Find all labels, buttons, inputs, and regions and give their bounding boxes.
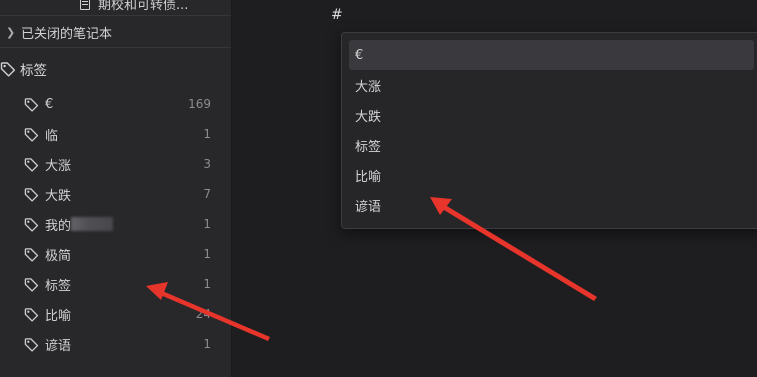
tag-label: 临 [45,128,59,144]
tag-item[interactable]: 临 1 [0,119,231,149]
tag-label: 大涨 [45,158,72,174]
tag-item[interactable]: 谚语 1 [0,329,231,359]
tag-item[interactable]: 标签 1 [0,269,231,299]
tag-icon [24,277,39,292]
tag-suggestion-popup: € 大涨 大跌 标签 比喻 谚语 [341,32,757,229]
tag-icon [0,62,16,77]
tag-item[interactable]: € 169 [0,89,231,119]
redaction-blur [71,217,114,231]
suggestion-item[interactable]: 大涨 [349,70,757,100]
tag-count: 169 [188,97,211,111]
editor-pane[interactable]: # € 大涨 大跌 标签 比喻 谚语 [232,0,757,377]
closed-notebooks-label: 已关闭的笔记本 [21,26,113,42]
tag-label: € [45,96,54,112]
tag-icon [24,157,39,172]
tag-item[interactable]: 比喻 24 [0,299,231,329]
note-item[interactable]: 期校和可转债... [80,0,189,13]
tag-count: 1 [203,277,211,291]
tag-label: 谚语 [45,338,72,354]
tag-icon [24,97,39,112]
tag-icon [24,307,39,322]
tag-icon [24,217,39,232]
tag-item[interactable]: 大涨 3 [0,149,231,179]
suggestion-item[interactable]: 比喻 [349,160,757,190]
tag-count: 1 [203,217,211,231]
tag-list: € 169 临 1 大涨 3 大跌 7 我的 1 极简 1 标签 1 比喻 24… [0,89,231,359]
tags-section-header[interactable]: 标签 [0,59,47,79]
suggestion-item[interactable]: 谚语 [349,190,757,220]
tag-item[interactable]: 我的 1 [0,209,231,239]
tag-count: 24 [195,307,211,321]
tag-label: 大跌 [45,188,72,204]
note-title: 期校和可转债... [98,0,189,13]
sidebar-divider [0,15,231,16]
tag-icon [24,127,39,142]
tag-icon [24,187,39,202]
tag-count: 1 [203,337,211,351]
tag-count: 1 [203,247,211,261]
tags-section-label: 标签 [20,63,47,79]
tag-item[interactable]: 大跌 7 [0,179,231,209]
tag-count: 3 [203,157,211,171]
chevron-right-icon[interactable]: ❯ [6,26,18,39]
sidebar-divider [0,47,231,48]
closed-notebooks-toggle[interactable]: ❯ 已关闭的笔记本 [6,22,112,42]
document-icon [80,0,90,10]
suggestion-item-selected[interactable]: € [349,40,754,70]
tag-label: 比喻 [45,308,72,324]
tag-icon [24,337,39,352]
tag-count: 7 [203,187,211,201]
suggestion-item[interactable]: 大跌 [349,100,757,130]
tag-count: 1 [203,127,211,141]
tag-icon [24,247,39,262]
sidebar: 期校和可转债... ❯ 已关闭的笔记本 标签 € 169 临 1 大涨 3 大跌… [0,0,232,377]
typed-hash-text[interactable]: # [331,7,343,23]
tag-label: 我的 [45,218,72,234]
suggestion-list: € 大涨 大跌 标签 比喻 谚语 [342,33,757,220]
suggestion-item[interactable]: 标签 [349,130,757,160]
tag-label: 极简 [45,248,72,264]
tag-item[interactable]: 极简 1 [0,239,231,269]
app-window: 期校和可转债... ❯ 已关闭的笔记本 标签 € 169 临 1 大涨 3 大跌… [0,0,757,377]
tag-label: 标签 [45,278,72,294]
